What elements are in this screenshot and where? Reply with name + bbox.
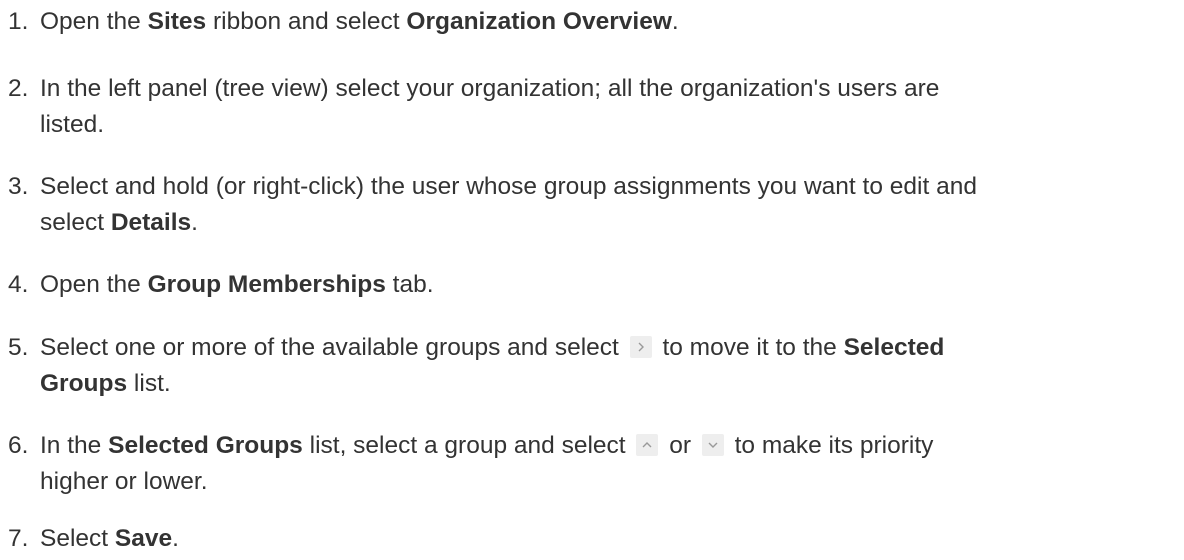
step-number: 3. — [8, 173, 29, 200]
step-text: In the left panel (tree view) select you… — [40, 75, 940, 138]
group-memberships-tab-label: Group Memberships — [147, 271, 386, 298]
step-text: Select Save. — [40, 525, 179, 552]
step-text: In the Selected Groups list, select a gr… — [40, 432, 934, 495]
chevron-up-icon — [636, 434, 659, 456]
save-label: Save — [114, 525, 173, 552]
step-number: 2. — [8, 75, 29, 102]
step-text: Select one or more of the available grou… — [40, 334, 945, 397]
groups-label: Groups — [40, 370, 128, 397]
step-text: Select and hold (or right-click) the use… — [40, 173, 977, 236]
step-text: Open the Group Memberships tab. — [40, 271, 434, 298]
sites-ribbon-label: Sites — [147, 8, 207, 35]
step-number: 6. — [8, 432, 29, 459]
step-number: 1. — [8, 8, 29, 35]
step-number: 4. — [8, 271, 29, 298]
organization-overview-label: Organization Overview — [406, 8, 672, 35]
step-text: Open the Sites ribbon and select Organiz… — [40, 8, 679, 35]
step-number: 7. — [8, 525, 29, 552]
chevron-right-icon — [629, 336, 652, 358]
details-label: Details — [110, 209, 192, 236]
selected-label: Selected — [843, 334, 945, 361]
chevron-down-icon — [701, 434, 724, 456]
selected-groups-label: Selected Groups — [108, 432, 303, 459]
step-number: 5. — [8, 334, 29, 361]
